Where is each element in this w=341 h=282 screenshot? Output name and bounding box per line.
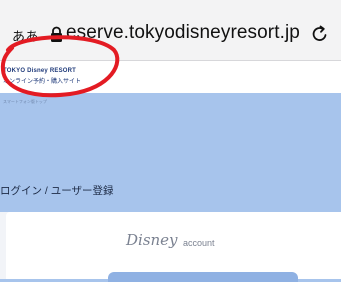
login-button[interactable] [108,272,298,282]
disney-account-word: account [183,238,215,248]
page-title: ログイン / ユーザー登録 [0,185,114,197]
disney-account-logo: Disney [126,231,178,249]
annotation-circle [0,35,120,98]
reload-icon[interactable] [310,24,330,44]
